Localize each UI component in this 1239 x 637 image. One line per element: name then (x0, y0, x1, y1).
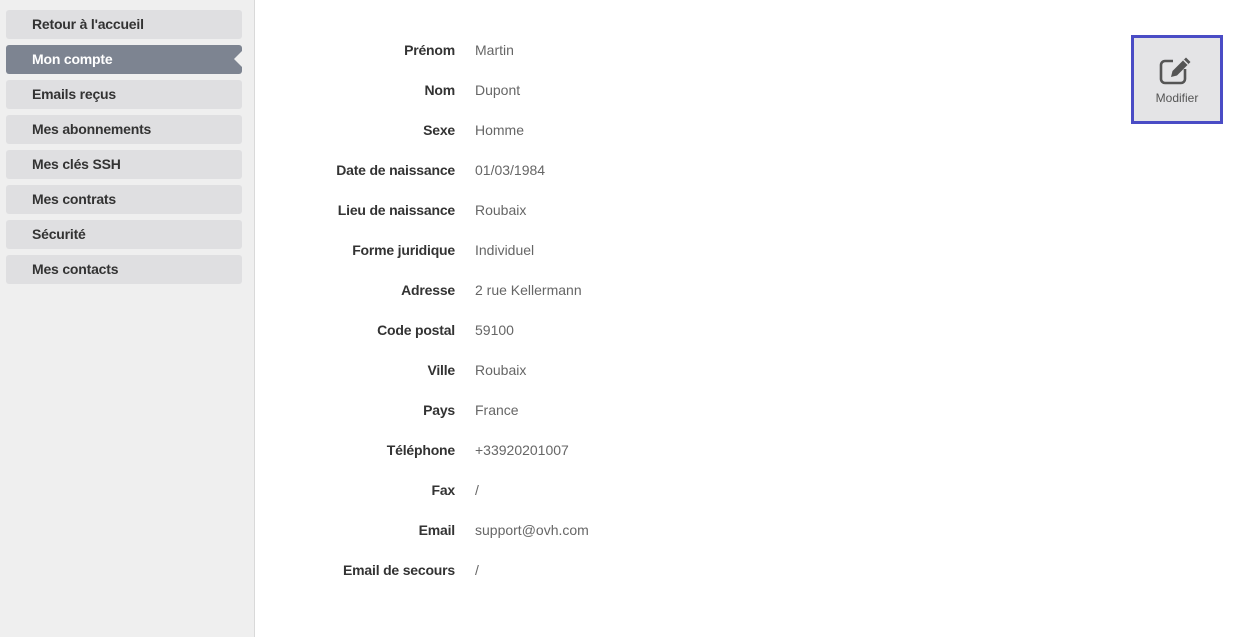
field-value: Roubaix (475, 362, 527, 378)
field-value: 2 rue Kellermann (475, 282, 582, 298)
field-label: Téléphone (386, 442, 455, 458)
field-label: Email de secours (343, 562, 455, 578)
field-row-address: Adresse 2 rue Kellermann (255, 280, 955, 300)
field-label: Email (418, 522, 456, 538)
sidebar-item-ssh-keys[interactable]: Mes clés SSH (6, 150, 242, 179)
field-label: Ville (427, 362, 455, 378)
field-value: Roubaix (475, 202, 527, 218)
field-row-lastname: Nom Dupont (255, 80, 955, 100)
edit-icon (1159, 57, 1191, 85)
field-label: Date de naissance (336, 162, 455, 178)
field-label: Pays (423, 402, 455, 418)
field-row-gender: Sexe Homme (255, 120, 955, 140)
field-row-firstname: Prénom Martin (255, 40, 955, 60)
field-row-phone: Téléphone +33920201007 (255, 440, 955, 460)
field-label: Prénom (404, 42, 455, 58)
edit-button-label: Modifier (1155, 91, 1199, 105)
field-row-backup-email: Email de secours / (255, 560, 955, 580)
field-label: Sexe (423, 122, 455, 138)
sidebar-item-received-emails[interactable]: Emails reçus (6, 80, 242, 109)
field-row-fax: Fax / (255, 480, 955, 500)
edit-button[interactable]: Modifier (1131, 35, 1223, 124)
sidebar: Retour à l'accueil Mon compte Emails reç… (0, 0, 255, 637)
sidebar-item-subscriptions[interactable]: Mes abonnements (6, 115, 242, 144)
sidebar-item-my-account[interactable]: Mon compte (6, 45, 242, 74)
field-value: / (475, 562, 479, 578)
field-row-email: Email support@ovh.com (255, 520, 955, 540)
field-value: +33920201007 (475, 442, 569, 458)
field-value: Martin (475, 42, 514, 58)
account-details: Prénom Martin Nom Dupont Sexe Homme Date… (255, 0, 1239, 637)
field-label: Fax (431, 482, 455, 498)
field-label: Code postal (377, 322, 455, 338)
field-value: France (475, 402, 519, 418)
sidebar-item-contacts[interactable]: Mes contacts (6, 255, 242, 284)
sidebar-item-contracts[interactable]: Mes contrats (6, 185, 242, 214)
field-row-birthplace: Lieu de naissance Roubaix (255, 200, 955, 220)
field-row-city: Ville Roubaix (255, 360, 955, 380)
field-value: 59100 (475, 322, 514, 338)
field-label: Lieu de naissance (337, 202, 455, 218)
field-label: Nom (424, 82, 455, 98)
field-row-country: Pays France (255, 400, 955, 420)
sidebar-item-home[interactable]: Retour à l'accueil (6, 10, 242, 39)
field-value: 01/03/1984 (475, 162, 546, 178)
field-value: / (475, 482, 479, 498)
field-label: Forme juridique (352, 242, 455, 258)
sidebar-item-security[interactable]: Sécurité (6, 220, 242, 249)
field-row-birthdate: Date de naissance 01/03/1984 (255, 160, 955, 180)
field-value: Individuel (475, 242, 535, 258)
field-value: support@ovh.com (475, 522, 589, 538)
field-value: Homme (475, 122, 525, 138)
field-row-postal-code: Code postal 59100 (255, 320, 955, 340)
field-label: Adresse (401, 282, 455, 298)
field-value: Dupont (475, 82, 521, 98)
field-row-legal-form: Forme juridique Individuel (255, 240, 955, 260)
